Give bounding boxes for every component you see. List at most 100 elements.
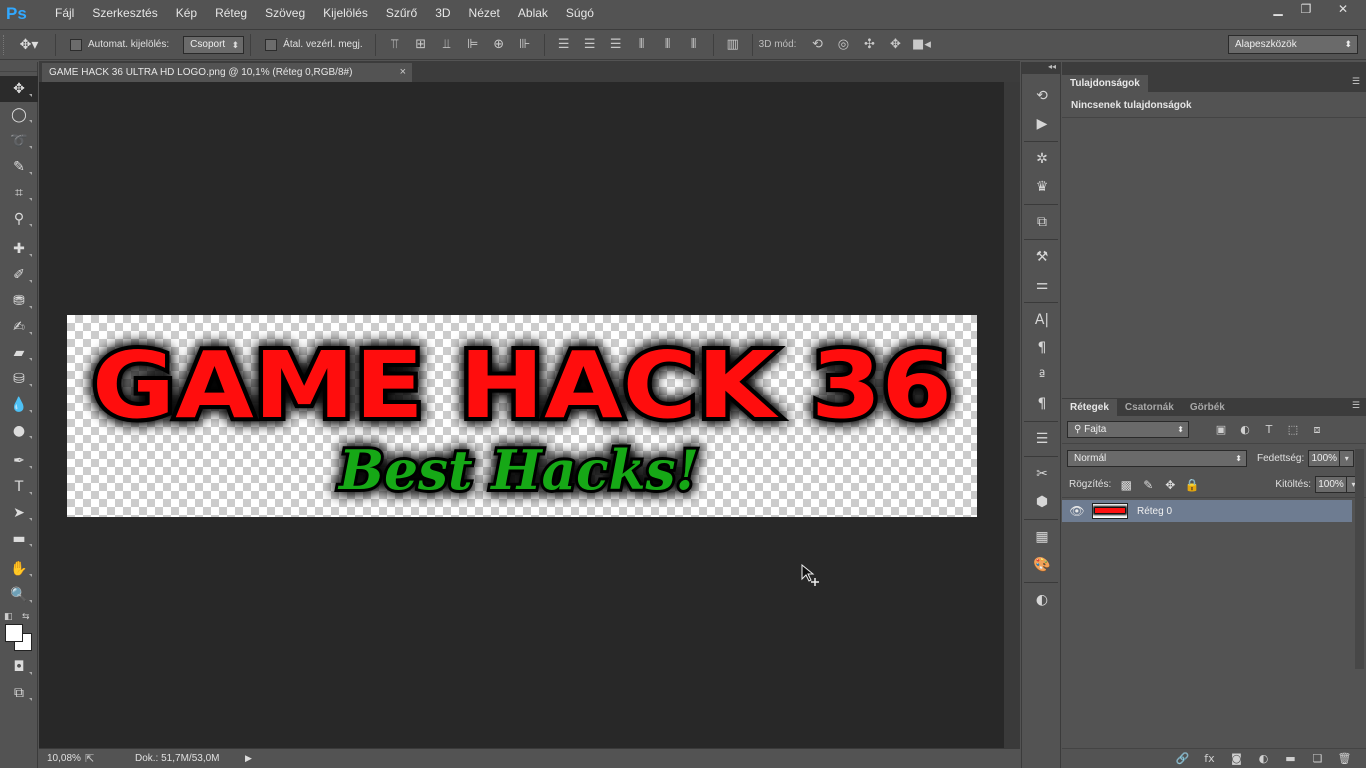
align-vcenter-icon[interactable]: ⊞: [408, 37, 434, 52]
character-panel-icon[interactable]: A|: [1022, 306, 1062, 334]
color-panel-icon[interactable]: 🎨: [1022, 551, 1062, 579]
menu-3d[interactable]: 3D: [426, 0, 459, 27]
blur-icon[interactable]: 💧: [0, 392, 38, 418]
filter-smart-object-icon[interactable]: ⧈: [1305, 423, 1329, 437]
history-brush-icon[interactable]: ✍: [0, 314, 38, 340]
menu-select[interactable]: Kijelölés: [314, 0, 377, 27]
align-right-icon[interactable]: ⊪: [512, 37, 538, 52]
restore-button[interactable]: ❐: [1292, 0, 1320, 18]
tools-panel-icon[interactable]: ✂: [1022, 460, 1062, 488]
lock-image-icon[interactable]: ✎: [1137, 478, 1159, 492]
eraser-icon[interactable]: ▰: [0, 340, 38, 366]
status-menu-arrow-icon[interactable]: ▶: [245, 753, 252, 764]
opacity-arrow-icon[interactable]: ▾: [1340, 449, 1355, 467]
new-group-icon[interactable]: ▬: [1277, 752, 1304, 765]
foreground-color-swatch[interactable]: [5, 624, 23, 642]
align-left-icon[interactable]: ⊫: [460, 37, 486, 52]
align-bottom-icon[interactable]: ⫫: [434, 37, 460, 52]
visibility-eye-icon[interactable]: 👁: [1062, 504, 1092, 518]
zoom-level[interactable]: 10,08%: [39, 753, 85, 764]
menu-filter[interactable]: Szűrő: [377, 0, 426, 27]
share-icon[interactable]: ⇱: [85, 752, 105, 765]
layer-filter-dropdown[interactable]: ⚲ Fajta: [1067, 421, 1189, 438]
3d-slide-icon[interactable]: ✥: [882, 37, 908, 52]
menu-view[interactable]: Nézet: [460, 0, 509, 27]
zoom-tool-icon[interactable]: 🔍: [0, 582, 38, 608]
quick-mask-icon[interactable]: ◘: [0, 654, 38, 680]
brush-icon[interactable]: ✐: [0, 262, 38, 288]
tool-presets-panel-icon[interactable]: ⚒: [1022, 243, 1062, 271]
tab-channels[interactable]: Csatornák: [1117, 399, 1182, 416]
distribute-hcenter-icon[interactable]: ⦀: [655, 37, 681, 52]
align-top-icon[interactable]: ⫪: [382, 37, 408, 52]
menu-type[interactable]: Szöveg: [256, 0, 314, 27]
3d-rotate-icon[interactable]: ⟲: [804, 37, 830, 52]
swap-colors-icon[interactable]: ⇆: [22, 612, 30, 622]
pen-icon[interactable]: ✒: [0, 448, 38, 474]
screen-mode-icon[interactable]: ⧉: [0, 680, 38, 706]
toolbox-grip[interactable]: [0, 62, 37, 72]
3d-panel-icon[interactable]: ⬢: [1022, 488, 1062, 516]
path-selection-icon[interactable]: ➤: [0, 500, 38, 526]
layers-menu-icon[interactable]: ☰: [1352, 401, 1360, 411]
layer-row[interactable]: 👁 Réteg 0: [1062, 500, 1352, 522]
new-adjustment-icon[interactable]: ◐: [1250, 752, 1277, 765]
actions-panel-icon[interactable]: ▶: [1022, 110, 1062, 138]
lock-position-icon[interactable]: ✥: [1159, 478, 1181, 492]
layers-scrollbar[interactable]: [1355, 449, 1364, 669]
menu-file[interactable]: Fájl: [46, 0, 83, 27]
transform-controls-checkbox[interactable]: [265, 38, 278, 51]
document-image[interactable]: GAME HACK 36 Best Hacks!: [67, 315, 977, 517]
opacity-input[interactable]: 100%: [1308, 449, 1341, 467]
fill-input[interactable]: 100%: [1315, 476, 1347, 493]
swatches-panel-icon[interactable]: ▦: [1022, 523, 1062, 551]
3d-pan-icon[interactable]: ✣: [856, 37, 882, 52]
paragraph-styles-panel-icon[interactable]: ¶: [1022, 390, 1062, 418]
close-document-icon[interactable]: ×: [400, 63, 406, 82]
3d-scale-icon[interactable]: ■◂: [908, 37, 934, 52]
canvas-area[interactable]: GAME HACK 36 Best Hacks!: [39, 82, 1004, 748]
crop-icon[interactable]: ⌗: [0, 180, 38, 206]
add-mask-icon[interactable]: ◙: [1223, 752, 1250, 765]
eyedropper-icon[interactable]: ⚲: [0, 206, 38, 232]
default-colors-icon[interactable]: ◧: [4, 612, 13, 622]
move-tool-preset-icon[interactable]: ✥▾: [9, 37, 49, 53]
adjustments-panel-icon[interactable]: ⚌: [1022, 271, 1062, 299]
layer-style-fx-icon[interactable]: fx: [1196, 752, 1223, 765]
navigator-panel-icon[interactable]: ◐: [1022, 586, 1062, 614]
tab-curves[interactable]: Görbék: [1182, 399, 1233, 416]
distribute-left-icon[interactable]: ⦀: [629, 37, 655, 52]
workspace-dropdown[interactable]: Alapeszközök: [1228, 35, 1358, 54]
lock-all-icon[interactable]: 🔒: [1181, 478, 1203, 492]
layer-name[interactable]: Réteg 0: [1137, 506, 1172, 517]
minimize-button[interactable]: ▁: [1264, 0, 1292, 18]
filter-type-icon[interactable]: T: [1257, 423, 1281, 436]
filter-pixel-icon[interactable]: ▣: [1209, 423, 1233, 436]
brush-presets-panel-icon[interactable]: ✲: [1022, 145, 1062, 173]
hand-tool-icon[interactable]: ✋: [0, 556, 38, 582]
tab-properties[interactable]: Tulajdonságok: [1062, 75, 1148, 92]
3d-roll-icon[interactable]: ◎: [830, 37, 856, 52]
menu-edit[interactable]: Szerkesztés: [83, 0, 166, 27]
lasso-icon[interactable]: ➰: [0, 128, 38, 154]
delete-layer-icon[interactable]: 🗑: [1331, 752, 1358, 765]
paint-bucket-icon[interactable]: ⛁: [0, 366, 38, 392]
filter-adjustment-icon[interactable]: ◐: [1233, 423, 1257, 436]
new-layer-icon[interactable]: ❏: [1304, 752, 1331, 765]
distribute-vcenter-icon[interactable]: ☰: [577, 37, 603, 52]
blend-mode-dropdown[interactable]: Normál: [1067, 449, 1247, 467]
elliptical-marquee-icon[interactable]: ◯: [0, 102, 38, 128]
move-tool-icon[interactable]: ✥: [0, 76, 38, 102]
distribute-bottom-icon[interactable]: ☰: [603, 37, 629, 52]
menu-help[interactable]: Súgó: [557, 0, 603, 27]
paragraph-panel-icon[interactable]: ¶: [1022, 334, 1062, 362]
document-tab[interactable]: GAME HACK 36 ULTRA HD LOGO.png @ 10,1% (…: [42, 63, 412, 82]
character-styles-panel-icon[interactable]: ª: [1022, 362, 1062, 390]
menu-image[interactable]: Kép: [167, 0, 206, 27]
link-layers-icon[interactable]: 🔗: [1169, 752, 1196, 765]
quick-selection-icon[interactable]: ✎: [0, 154, 38, 180]
tab-layers[interactable]: Rétegek: [1062, 399, 1117, 416]
healing-brush-icon[interactable]: ✚: [0, 236, 38, 262]
auto-select-checkbox[interactable]: [70, 38, 82, 51]
clone-source-panel-icon[interactable]: ⧉: [1022, 208, 1062, 236]
